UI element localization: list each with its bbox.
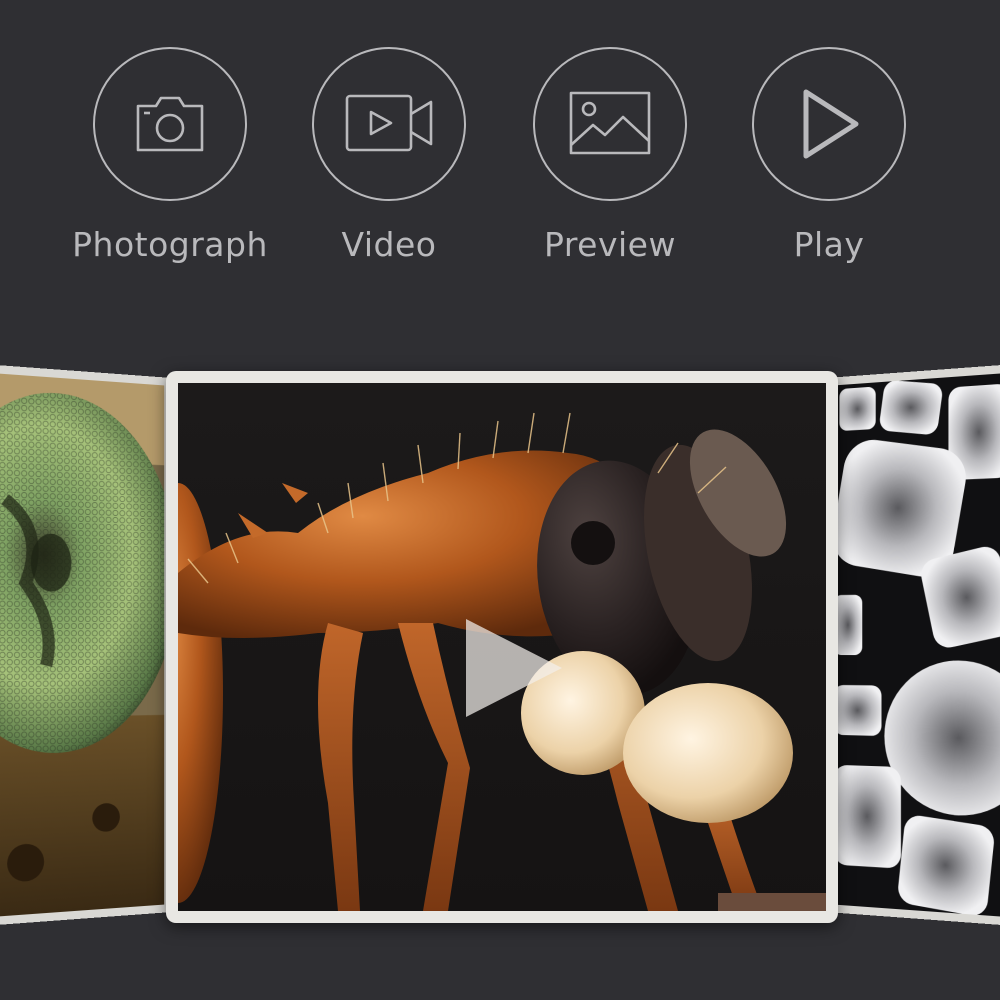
photograph-label: Photograph	[72, 225, 268, 264]
eye-macro-image	[0, 373, 164, 918]
photograph-ring	[93, 47, 247, 201]
video-camera-icon	[341, 86, 437, 162]
image-icon	[567, 89, 653, 159]
play-icon	[794, 84, 864, 164]
preview-label: Preview	[544, 225, 676, 264]
play-icon	[458, 613, 568, 723]
preview-button[interactable]: Preview	[495, 47, 725, 287]
carousel-card-left[interactable]	[0, 363, 172, 926]
play-ring	[752, 47, 906, 201]
preview-ring	[533, 47, 687, 201]
camera-icon	[132, 86, 208, 162]
video-label: Video	[342, 225, 437, 264]
carousel-card-right[interactable]	[826, 364, 1000, 927]
app-screen: Photograph Video Preview Play	[0, 0, 1000, 1000]
photograph-button[interactable]: Photograph	[55, 47, 285, 287]
video-ring	[312, 47, 466, 201]
video-play-overlay[interactable]	[458, 613, 568, 723]
play-button[interactable]: Play	[714, 47, 944, 287]
video-button[interactable]: Video	[274, 47, 504, 287]
ant-macro-image	[178, 383, 826, 911]
sand-grains-image	[834, 373, 1000, 918]
carousel-card-center[interactable]	[166, 371, 838, 923]
play-label: Play	[794, 225, 865, 264]
